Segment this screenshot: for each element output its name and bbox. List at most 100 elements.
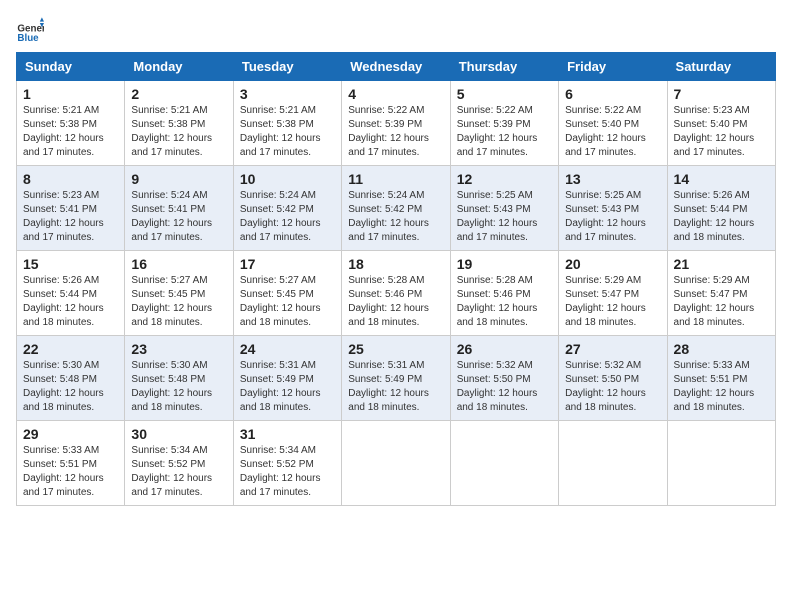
calendar-day-cell: 27 Sunrise: 5:32 AMSunset: 5:50 PMDayligh… <box>559 336 667 421</box>
day-info: Sunrise: 5:32 AMSunset: 5:50 PMDaylight:… <box>565 359 660 415</box>
calendar-day-cell: 31 Sunrise: 5:34 AMSunset: 5:52 PMDayligh… <box>233 421 341 506</box>
logo-icon: General Blue <box>16 16 44 44</box>
day-info: Sunrise: 5:24 AMSunset: 5:41 PMDaylight:… <box>131 189 226 245</box>
calendar-day-cell: 5 Sunrise: 5:22 AMSunset: 5:39 PMDaylight… <box>450 81 558 166</box>
day-number: 12 <box>457 171 552 187</box>
calendar-table: SundayMondayTuesdayWednesdayThursdayFrid… <box>16 52 776 506</box>
day-info: Sunrise: 5:34 AMSunset: 5:52 PMDaylight:… <box>131 444 226 500</box>
calendar-day-cell <box>450 421 558 506</box>
header-saturday: Saturday <box>667 53 775 81</box>
day-info: Sunrise: 5:22 AMSunset: 5:40 PMDaylight:… <box>565 104 660 160</box>
day-info: Sunrise: 5:29 AMSunset: 5:47 PMDaylight:… <box>674 274 769 330</box>
calendar-day-cell <box>667 421 775 506</box>
day-info: Sunrise: 5:27 AMSunset: 5:45 PMDaylight:… <box>240 274 335 330</box>
day-info: Sunrise: 5:26 AMSunset: 5:44 PMDaylight:… <box>674 189 769 245</box>
logo: General Blue <box>16 16 44 44</box>
calendar-day-cell: 22Sunrise: 5:30 AMSunset: 5:48 PMDayligh… <box>17 336 125 421</box>
calendar-day-cell: 4Sunrise: 5:22 AMSunset: 5:39 PMDaylight… <box>342 81 450 166</box>
day-number: 18 <box>348 256 443 272</box>
calendar-day-cell: 6Sunrise: 5:22 AMSunset: 5:40 PMDaylight… <box>559 81 667 166</box>
header-friday: Friday <box>559 53 667 81</box>
calendar-day-cell: 26 Sunrise: 5:32 AMSunset: 5:50 PMDayligh… <box>450 336 558 421</box>
header-thursday: Thursday <box>450 53 558 81</box>
day-number: 22 <box>23 341 118 357</box>
calendar-day-cell: 15 Sunrise: 5:26 AMSunset: 5:44 PMDayligh… <box>17 251 125 336</box>
calendar-week-row: 1 Sunrise: 5:21 AMSunset: 5:38 PMDaylight… <box>17 81 776 166</box>
day-number: 20 <box>565 256 660 272</box>
day-info: Sunrise: 5:21 AMSunset: 5:38 PMDaylight:… <box>131 104 226 160</box>
calendar-day-cell: 7 Sunrise: 5:23 AMSunset: 5:40 PMDaylight… <box>667 81 775 166</box>
day-info: Sunrise: 5:31 AMSunset: 5:49 PMDaylight:… <box>240 359 335 415</box>
day-number: 15 <box>23 256 118 272</box>
day-info: Sunrise: 5:21 AMSunset: 5:38 PMDaylight:… <box>240 104 335 160</box>
day-info: Sunrise: 5:24 AMSunset: 5:42 PMDaylight:… <box>240 189 335 245</box>
day-number: 9 <box>131 171 226 187</box>
day-info: Sunrise: 5:23 AMSunset: 5:40 PMDaylight:… <box>674 104 769 160</box>
calendar-week-row: 15 Sunrise: 5:26 AMSunset: 5:44 PMDayligh… <box>17 251 776 336</box>
calendar-day-cell: 28 Sunrise: 5:33 AMSunset: 5:51 PMDayligh… <box>667 336 775 421</box>
calendar-week-row: 22 Sunrise: 5:30 AMSunset: 5:48 PMDayligh… <box>17 336 776 421</box>
day-number: 19 <box>457 256 552 272</box>
day-info: Sunrise: 5:29 AMSunset: 5:47 PMDaylight:… <box>565 274 660 330</box>
day-info: Sunrise: 5:34 AMSunset: 5:52 PMDaylight:… <box>240 444 335 500</box>
day-number: 3 <box>240 86 335 102</box>
day-number: 28 <box>674 341 769 357</box>
calendar-day-cell: 2Sunrise: 5:21 AMSunset: 5:38 PMDaylight… <box>125 81 233 166</box>
calendar-day-cell: 30 Sunrise: 5:34 AMSunset: 5:52 PMDayligh… <box>125 421 233 506</box>
calendar-week-row: 8 Sunrise: 5:23 AMSunset: 5:41 PMDaylight… <box>17 166 776 251</box>
svg-text:Blue: Blue <box>17 33 39 44</box>
calendar-day-cell: 25Sunrise: 5:31 AMSunset: 5:49 PMDayligh… <box>342 336 450 421</box>
day-number: 14 <box>674 171 769 187</box>
header-monday: Monday <box>125 53 233 81</box>
day-info: Sunrise: 5:28 AMSunset: 5:46 PMDaylight:… <box>457 274 552 330</box>
day-info: Sunrise: 5:27 AMSunset: 5:45 PMDaylight:… <box>131 274 226 330</box>
calendar-day-cell: 10 Sunrise: 5:24 AMSunset: 5:42 PMDayligh… <box>233 166 341 251</box>
day-number: 8 <box>23 171 118 187</box>
calendar-day-cell: 19 Sunrise: 5:28 AMSunset: 5:46 PMDayligh… <box>450 251 558 336</box>
day-number: 17 <box>240 256 335 272</box>
calendar-day-cell: 3 Sunrise: 5:21 AMSunset: 5:38 PMDaylight… <box>233 81 341 166</box>
day-info: Sunrise: 5:32 AMSunset: 5:50 PMDaylight:… <box>457 359 552 415</box>
calendar-day-cell: 12 Sunrise: 5:25 AMSunset: 5:43 PMDayligh… <box>450 166 558 251</box>
day-number: 21 <box>674 256 769 272</box>
calendar-day-cell <box>342 421 450 506</box>
calendar-day-cell: 18Sunrise: 5:28 AMSunset: 5:46 PMDayligh… <box>342 251 450 336</box>
calendar-day-cell: 11Sunrise: 5:24 AMSunset: 5:42 PMDayligh… <box>342 166 450 251</box>
header-wednesday: Wednesday <box>342 53 450 81</box>
day-number: 1 <box>23 86 118 102</box>
day-info: Sunrise: 5:21 AMSunset: 5:38 PMDaylight:… <box>23 104 118 160</box>
calendar-day-cell: 21 Sunrise: 5:29 AMSunset: 5:47 PMDayligh… <box>667 251 775 336</box>
day-number: 23 <box>131 341 226 357</box>
header-tuesday: Tuesday <box>233 53 341 81</box>
day-info: Sunrise: 5:23 AMSunset: 5:41 PMDaylight:… <box>23 189 118 245</box>
calendar-day-cell: 23 Sunrise: 5:30 AMSunset: 5:48 PMDayligh… <box>125 336 233 421</box>
day-number: 13 <box>565 171 660 187</box>
day-number: 7 <box>674 86 769 102</box>
day-info: Sunrise: 5:22 AMSunset: 5:39 PMDaylight:… <box>348 104 443 160</box>
calendar-day-cell: 17 Sunrise: 5:27 AMSunset: 5:45 PMDayligh… <box>233 251 341 336</box>
day-number: 30 <box>131 426 226 442</box>
calendar-day-cell: 9 Sunrise: 5:24 AMSunset: 5:41 PMDaylight… <box>125 166 233 251</box>
day-number: 11 <box>348 171 443 187</box>
day-info: Sunrise: 5:25 AMSunset: 5:43 PMDaylight:… <box>457 189 552 245</box>
calendar-day-cell: 1 Sunrise: 5:21 AMSunset: 5:38 PMDaylight… <box>17 81 125 166</box>
calendar-day-cell: 8 Sunrise: 5:23 AMSunset: 5:41 PMDaylight… <box>17 166 125 251</box>
day-number: 16 <box>131 256 226 272</box>
day-number: 25 <box>348 341 443 357</box>
day-number: 31 <box>240 426 335 442</box>
calendar-day-cell: 29Sunrise: 5:33 AMSunset: 5:51 PMDayligh… <box>17 421 125 506</box>
calendar-day-cell: 16 Sunrise: 5:27 AMSunset: 5:45 PMDayligh… <box>125 251 233 336</box>
day-info: Sunrise: 5:33 AMSunset: 5:51 PMDaylight:… <box>674 359 769 415</box>
day-info: Sunrise: 5:33 AMSunset: 5:51 PMDaylight:… <box>23 444 118 500</box>
day-number: 5 <box>457 86 552 102</box>
day-info: Sunrise: 5:22 AMSunset: 5:39 PMDaylight:… <box>457 104 552 160</box>
day-info: Sunrise: 5:30 AMSunset: 5:48 PMDaylight:… <box>131 359 226 415</box>
day-number: 26 <box>457 341 552 357</box>
day-number: 24 <box>240 341 335 357</box>
day-info: Sunrise: 5:26 AMSunset: 5:44 PMDaylight:… <box>23 274 118 330</box>
header-sunday: Sunday <box>17 53 125 81</box>
calendar-day-cell: 20 Sunrise: 5:29 AMSunset: 5:47 PMDayligh… <box>559 251 667 336</box>
day-number: 27 <box>565 341 660 357</box>
weekday-header-row: SundayMondayTuesdayWednesdayThursdayFrid… <box>17 53 776 81</box>
day-number: 10 <box>240 171 335 187</box>
